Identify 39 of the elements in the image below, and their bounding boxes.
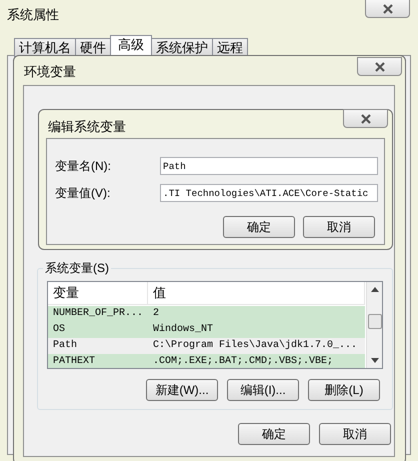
close-icon	[382, 4, 394, 14]
scroll-down-icon[interactable]	[371, 358, 379, 363]
dialog-button[interactable]: 编辑(I)...	[227, 379, 299, 401]
input-field[interactable]: Path	[160, 157, 378, 175]
table-cell-text: PATHEXT	[52, 355, 96, 368]
column-header[interactable]: 值	[148, 282, 365, 304]
close-button[interactable]	[365, 0, 410, 18]
column-header[interactable]: 变量	[48, 282, 148, 304]
list-row[interactable]: NUMBER_OF_PR... 2	[48, 306, 365, 322]
table-cell-text: OS	[52, 323, 66, 337]
table-cell-text: 2	[152, 307, 160, 321]
table-cell-text: C:\Program Files\Java\jdk1.7.0_...	[152, 338, 358, 353]
field-label: 变量值(V):	[55, 185, 110, 202]
window-title: 环境变量	[24, 63, 76, 81]
table-cell-text: NUMBER_OF_PR...	[52, 307, 144, 321]
dialog-button[interactable]: 确定	[223, 216, 295, 238]
scrollbar[interactable]	[366, 282, 382, 368]
field-label: 变量名(N):	[55, 158, 111, 175]
close-button[interactable]	[357, 57, 402, 76]
table-cell-text: .COM;.EXE;.BAT;.CMD;.VBS;.VBE;	[152, 355, 334, 368]
dialog-button[interactable]: 取消	[319, 423, 391, 445]
table-cell-text: Path	[52, 338, 78, 353]
dialog-button[interactable]: 新建(W)...	[146, 379, 218, 401]
close-icon	[360, 114, 372, 124]
scroll-up-icon[interactable]	[371, 287, 379, 292]
input-field[interactable]: .TI Technologies\ATI.ACE\Core-Static	[160, 184, 378, 202]
list-row[interactable]: OS Windows_NT	[48, 322, 365, 338]
dialog-button[interactable]: 取消	[303, 216, 375, 238]
list-row[interactable]: PATHEXT .COM;.EXE;.BAT;.CMD;.VBS;.VBE;	[48, 354, 365, 368]
window-title: 系统属性	[7, 6, 59, 24]
list-row[interactable]: Path C:\Program Files\Java\jdk1.7.0_...	[48, 338, 365, 354]
close-icon	[374, 62, 386, 72]
table-cell-text: Windows_NT	[152, 322, 214, 337]
group-label: 系统变量(S)	[43, 260, 111, 276]
dialog-button[interactable]: 确定	[238, 423, 310, 445]
dialog-title: 编辑系统变量	[48, 118, 126, 136]
scroll-thumb[interactable]	[368, 314, 382, 329]
close-button[interactable]	[343, 109, 388, 128]
dialog-button[interactable]: 删除(L)	[308, 379, 380, 401]
